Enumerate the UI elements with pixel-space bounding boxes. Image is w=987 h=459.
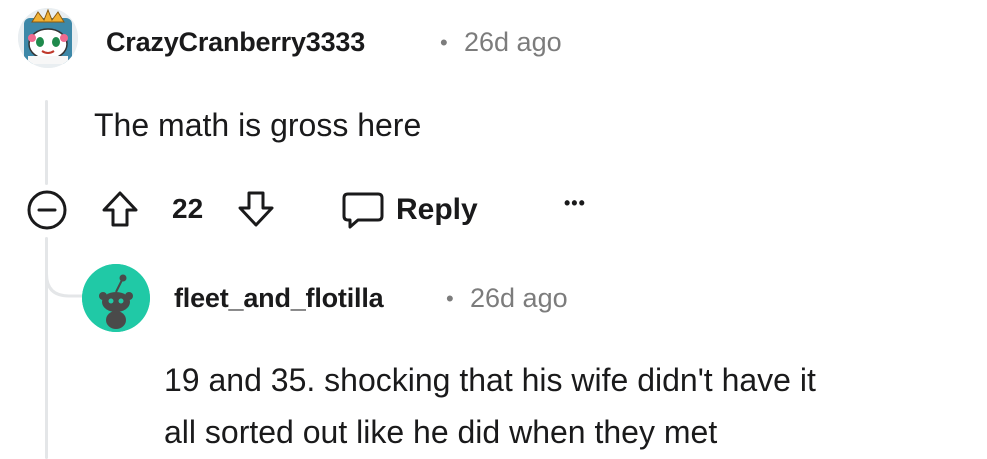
speech-bubble-icon — [342, 192, 384, 229]
more-options-button[interactable]: ••• — [564, 193, 586, 214]
separator-dot: • — [440, 30, 448, 55]
comment-timestamp[interactable]: 26d ago — [464, 27, 562, 58]
reply-button[interactable]: Reply — [342, 190, 478, 230]
crowned-snoo-avatar-icon — [18, 8, 78, 68]
user-avatar[interactable] — [82, 264, 150, 332]
snoo-avatar-icon — [82, 264, 150, 332]
thread-line[interactable] — [45, 100, 48, 185]
reply-label: Reply — [396, 193, 478, 226]
comment-body-line: 19 and 35. shocking that his wife didn't… — [164, 362, 816, 398]
vote-count: 22 — [172, 193, 204, 224]
upvote-button[interactable] — [100, 189, 140, 229]
collapse-thread-button[interactable] — [26, 189, 68, 231]
downvote-arrow-icon — [238, 191, 274, 227]
collapse-minus-icon — [27, 190, 67, 230]
comment-body: The math is gross here — [94, 107, 422, 143]
upvote-arrow-icon — [102, 191, 138, 227]
comment-username[interactable]: fleet_and_flotilla — [174, 283, 384, 314]
user-avatar[interactable] — [18, 8, 78, 68]
comment-body-line: all sorted out like he did when they met — [164, 414, 718, 450]
separator-dot: • — [446, 286, 454, 311]
comment-username[interactable]: CrazyCranberry3333 — [106, 27, 365, 58]
comment-timestamp[interactable]: 26d ago — [470, 283, 568, 314]
downvote-button[interactable] — [236, 189, 276, 229]
